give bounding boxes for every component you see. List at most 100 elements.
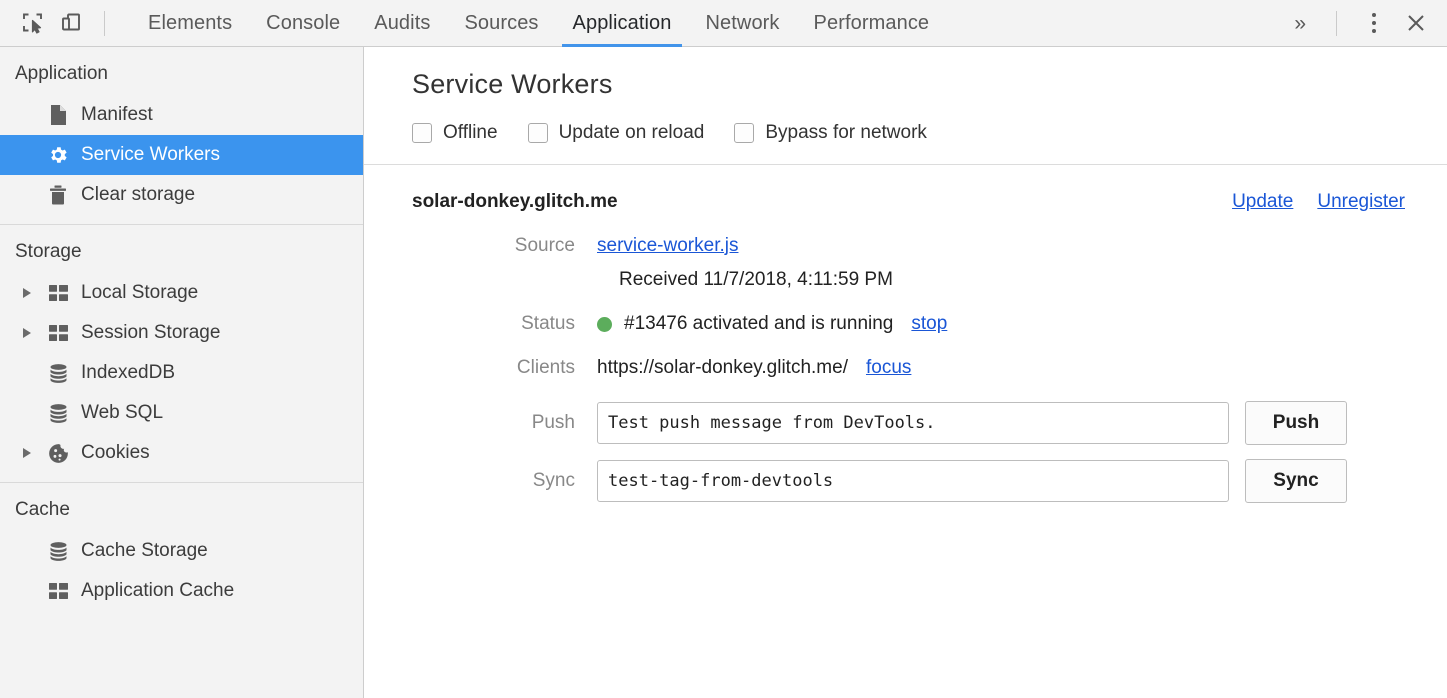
source-value: service-worker.js xyxy=(597,235,738,257)
status-row: Status #13476 activated and is running s… xyxy=(364,313,1447,335)
toolbar-separator-right xyxy=(1336,11,1337,36)
inspect-element-icon[interactable] xyxy=(14,4,52,42)
update-on-reload-checkbox[interactable] xyxy=(528,123,548,143)
sync-button[interactable]: Sync xyxy=(1245,459,1347,503)
device-toolbar-icon[interactable] xyxy=(52,4,90,42)
tab-label: Performance xyxy=(814,12,930,35)
service-worker-registration: solar-donkey.glitch.me Update Unregister… xyxy=(364,165,1447,503)
push-button[interactable]: Push xyxy=(1245,401,1347,445)
sidebar-item-cache-storage[interactable]: Cache Storage xyxy=(0,531,363,571)
toolbar-right-group: » xyxy=(1278,3,1437,43)
sidebar-item-manifest[interactable]: Manifest xyxy=(0,95,363,135)
devtools-body: Application Manifest Service Workers xyxy=(0,47,1447,698)
application-sidebar: Application Manifest Service Workers xyxy=(0,47,364,698)
sidebar-item-web-sql[interactable]: Web SQL xyxy=(0,393,363,433)
table-icon xyxy=(44,284,72,302)
table-icon xyxy=(44,324,72,342)
clients-label: Clients xyxy=(412,357,597,379)
update-on-reload-label: Update on reload xyxy=(559,122,705,144)
sync-label: Sync xyxy=(412,470,597,492)
sidebar-item-label: Web SQL xyxy=(81,402,163,424)
more-tabs-icon[interactable]: » xyxy=(1278,13,1322,34)
sidebar-item-label: Application Cache xyxy=(81,580,234,602)
update-link[interactable]: Update xyxy=(1232,191,1293,213)
tab-network[interactable]: Network xyxy=(688,0,796,47)
sidebar-item-service-workers[interactable]: Service Workers xyxy=(0,135,363,175)
more-options-icon[interactable] xyxy=(1357,4,1391,42)
tab-elements[interactable]: Elements xyxy=(131,0,249,47)
chevron-right-icon[interactable] xyxy=(22,287,44,299)
source-label: Source xyxy=(412,235,597,257)
stop-link[interactable]: stop xyxy=(911,313,947,335)
registration-origin: solar-donkey.glitch.me xyxy=(412,191,618,213)
tab-application[interactable]: Application xyxy=(556,0,689,47)
table-icon xyxy=(44,582,72,600)
status-value: #13476 activated and is running stop xyxy=(597,313,947,335)
bypass-for-network-label: Bypass for network xyxy=(765,122,927,144)
sidebar-section-cache-title: Cache xyxy=(0,483,363,531)
trash-icon xyxy=(44,184,72,206)
source-file-link[interactable]: service-worker.js xyxy=(597,235,738,257)
service-workers-panel: Service Workers Offline Update on reload… xyxy=(364,47,1447,698)
registration-actions: Update Unregister xyxy=(1232,191,1405,213)
bypass-for-network-checkbox[interactable] xyxy=(734,123,754,143)
client-url: https://solar-donkey.glitch.me/ xyxy=(597,357,848,379)
sidebar-item-label: Cache Storage xyxy=(81,540,208,562)
tab-audits[interactable]: Audits xyxy=(357,0,447,47)
sidebar-item-session-storage[interactable]: Session Storage xyxy=(0,313,363,353)
push-row: Push Push xyxy=(364,401,1447,445)
status-label: Status xyxy=(412,313,597,335)
sidebar-section-application-title: Application xyxy=(0,47,363,95)
tab-sources[interactable]: Sources xyxy=(447,0,555,47)
status-running-icon xyxy=(597,317,612,332)
clients-row: Clients https://solar-donkey.glitch.me/ … xyxy=(364,357,1447,379)
tab-label: Network xyxy=(705,12,779,35)
database-icon xyxy=(44,541,72,562)
sidebar-item-label: Session Storage xyxy=(81,322,220,344)
registration-header: solar-donkey.glitch.me Update Unregister xyxy=(364,191,1447,213)
unregister-link[interactable]: Unregister xyxy=(1317,191,1405,213)
tab-label: Elements xyxy=(148,12,232,35)
tab-label: Console xyxy=(266,12,340,35)
sidebar-item-label: Cookies xyxy=(81,442,150,464)
bypass-for-network-checkbox-group[interactable]: Bypass for network xyxy=(734,122,927,144)
update-on-reload-checkbox-group[interactable]: Update on reload xyxy=(528,122,705,144)
database-icon xyxy=(44,363,72,384)
tab-performance[interactable]: Performance xyxy=(797,0,947,47)
status-text: #13476 activated and is running xyxy=(624,313,893,335)
panel-header: Service Workers Offline Update on reload… xyxy=(364,47,1447,164)
sidebar-item-cookies[interactable]: Cookies xyxy=(0,433,363,473)
gear-icon xyxy=(44,144,72,166)
sidebar-item-label: Clear storage xyxy=(81,184,195,206)
sidebar-item-clear-storage[interactable]: Clear storage xyxy=(0,175,363,215)
focus-link[interactable]: focus xyxy=(866,357,911,379)
sidebar-item-application-cache[interactable]: Application Cache xyxy=(0,571,363,611)
clients-value: https://solar-donkey.glitch.me/ focus xyxy=(597,357,911,379)
chevron-right-icon[interactable] xyxy=(22,447,44,459)
sync-row: Sync Sync xyxy=(364,459,1447,503)
offline-label: Offline xyxy=(443,122,498,144)
toolbar-separator xyxy=(104,11,105,36)
offline-checkbox-group[interactable]: Offline xyxy=(412,122,498,144)
sidebar-item-indexeddb[interactable]: IndexedDB xyxy=(0,353,363,393)
push-input[interactable] xyxy=(597,402,1229,444)
tab-label: Sources xyxy=(464,12,538,35)
push-label: Push xyxy=(412,412,597,434)
tab-label: Audits xyxy=(374,12,430,35)
sidebar-item-local-storage[interactable]: Local Storage xyxy=(0,273,363,313)
tab-console[interactable]: Console xyxy=(249,0,357,47)
chevron-right-icon[interactable] xyxy=(22,327,44,339)
panel-tabs: Elements Console Audits Sources Applicat… xyxy=(131,0,946,47)
page-title: Service Workers xyxy=(412,69,1447,100)
sidebar-item-label: Local Storage xyxy=(81,282,198,304)
sidebar-item-label: Service Workers xyxy=(81,144,220,166)
devtools-toolbar: Elements Console Audits Sources Applicat… xyxy=(0,0,1447,47)
tab-label: Application xyxy=(573,12,672,35)
sidebar-section-storage-title: Storage xyxy=(0,225,363,273)
source-received-text: Received 11/7/2018, 4:11:59 PM xyxy=(364,269,1447,291)
database-icon xyxy=(44,403,72,424)
offline-checkbox[interactable] xyxy=(412,123,432,143)
sidebar-item-label: IndexedDB xyxy=(81,362,175,384)
sync-input[interactable] xyxy=(597,460,1229,502)
close-icon[interactable] xyxy=(1395,3,1437,43)
